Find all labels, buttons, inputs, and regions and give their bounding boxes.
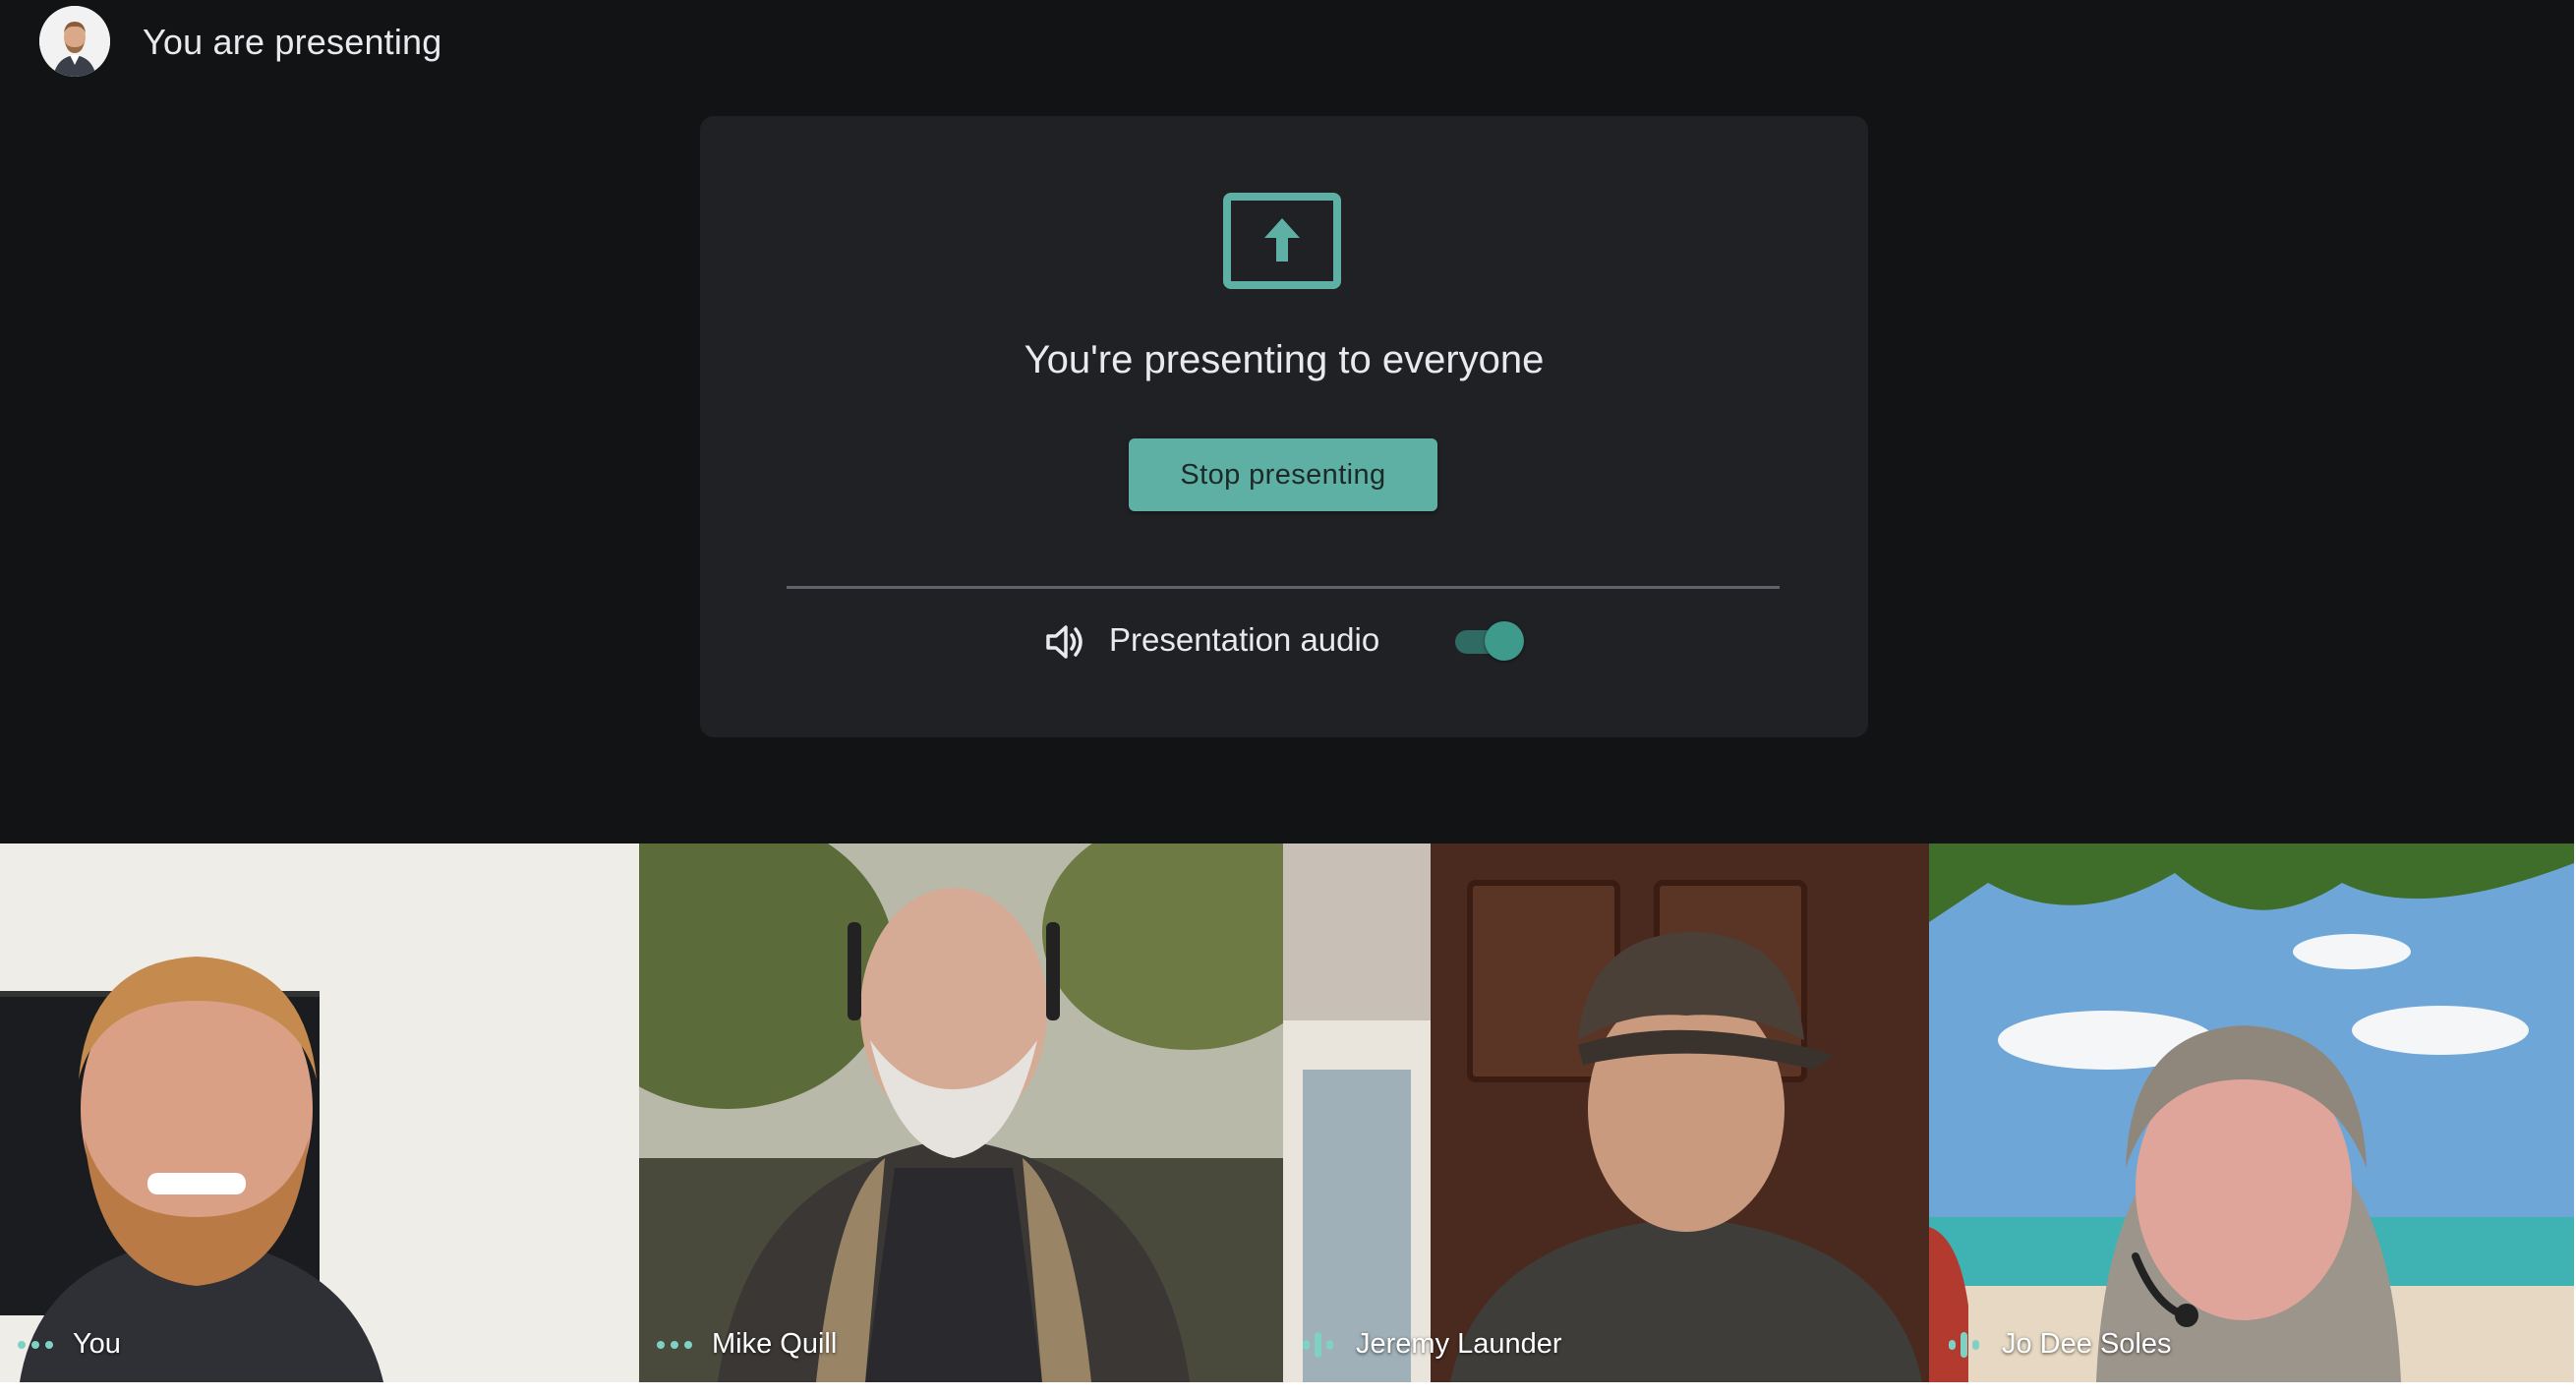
participant-video [0,843,639,1382]
participant-label: Jeremy Launder [1283,1328,1562,1361]
meeting-window: You are presenting You're presenting to … [0,0,2574,1382]
participant-name: Jo Dee Soles [2002,1328,2172,1360]
participant-tile-jo-dee-soles[interactable]: Jo Dee Soles [1929,843,2574,1382]
participant-name: You [73,1328,121,1360]
participant-video [1929,843,2574,1382]
speaking-bars-icon [1949,1331,1979,1358]
present-to-all-icon [1223,193,1341,289]
participant-name: Jeremy Launder [1356,1328,1562,1360]
presenting-heading: You're presenting to everyone [1024,338,1545,381]
participant-label: Mike Quill [639,1328,837,1361]
more-dots-icon [18,1340,53,1349]
participant-label: You [0,1328,121,1361]
participant-strip: You Mike Quill Jeremy Launder Jo Dee Sol… [0,843,2574,1382]
more-dots-icon [657,1340,692,1349]
participant-tile-you[interactable]: You [0,843,639,1382]
participant-video [639,843,1283,1382]
participant-video [1283,843,1929,1382]
stop-presenting-button[interactable]: Stop presenting [1129,438,1437,511]
volume-icon [1046,625,1083,659]
toggle-knob [1485,621,1524,661]
presenter-avatar [39,6,110,77]
presentation-audio-label: Presentation audio [1109,621,1380,658]
participant-name: Mike Quill [712,1328,838,1360]
participant-tile-mike-quill[interactable]: Mike Quill [639,843,1283,1382]
presenting-title: You are presenting [143,22,442,62]
participant-label: Jo Dee Soles [1929,1328,2172,1361]
card-divider [787,586,1780,589]
speaking-bars-icon [1303,1331,1333,1358]
participant-tile-jeremy-launder[interactable]: Jeremy Launder [1283,843,1929,1382]
presentation-audio-toggle[interactable] [1451,619,1526,665]
presenting-card: You're presenting to everyone Stop prese… [700,116,1868,737]
